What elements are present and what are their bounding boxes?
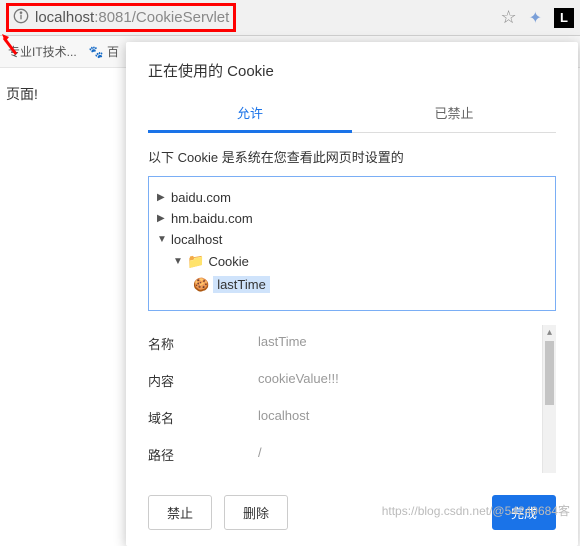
tree-site-baidu[interactable]: ▶ baidu.com [157,187,547,208]
tree-cookie-lasttime[interactable]: 🍪 lastTime [157,273,547,296]
scroll-thumb[interactable] [545,341,554,405]
detail-domain: 域名 localhost [148,399,538,436]
site-info-highlight: localhost:8081/CookieServlet [6,3,236,32]
dialog-title: 正在使用的 Cookie [148,60,556,81]
chevron-down-icon: ▼ [173,256,183,267]
chevron-right-icon: ▶ [157,213,167,224]
cookie-details: 名称 lastTime 内容 cookieValue!!! 域名 localho… [148,325,556,473]
detail-content: 内容 cookieValue!!! [148,362,538,399]
url-text[interactable]: localhost:8081/CookieServlet [35,9,229,26]
bookmark-star-icon[interactable]: ☆ [500,7,516,28]
tab-blocked[interactable]: 已禁止 [352,95,556,132]
cookie-dialog: 正在使用的 Cookie 允许 已禁止 以下 Cookie 是系统在您查看此网页… [126,42,578,546]
cookie-tree[interactable]: ▶ baidu.com ▶ hm.baidu.com ▼ localhost ▼… [148,176,556,311]
address-bar-actions: ☆ ✦ L [500,7,574,28]
watermark: https://blog.csdn.net/@54249684客 [382,502,570,519]
tree-folder-cookie[interactable]: ▼ 📁 Cookie [157,250,547,273]
paw-icon: 🐾 [89,45,104,59]
chevron-right-icon: ▶ [157,192,167,203]
tree-site-hm-baidu[interactable]: ▶ hm.baidu.com [157,208,547,229]
page-text: 页面! [6,86,38,102]
dialog-description: 以下 Cookie 是系统在您查看此网页时设置的 [148,147,556,166]
annotation-arrow-icon [0,32,18,57]
cookie-icon: 🍪 [193,277,209,293]
bookmark-item-2[interactable]: 🐾 百 [89,43,119,60]
chevron-down-icon: ▼ [157,234,167,245]
bookmark-item-1[interactable]: 专业IT技术... [8,43,77,60]
extension-bird-icon[interactable]: ✦ [529,8,542,28]
address-bar: localhost:8081/CookieServlet ☆ ✦ L [0,0,580,36]
tree-site-localhost[interactable]: ▼ localhost [157,229,547,250]
scrollbar[interactable]: ▴ [542,325,556,473]
info-icon[interactable] [13,8,29,27]
tab-allowed[interactable]: 允许 [148,95,352,133]
scroll-up-icon[interactable]: ▴ [543,325,556,341]
extension-l-icon[interactable]: L [554,8,574,28]
folder-icon: 📁 [187,253,204,270]
detail-name: 名称 lastTime [148,325,538,362]
tab-row: 允许 已禁止 [148,95,556,133]
detail-path: 路径 / [148,436,538,473]
